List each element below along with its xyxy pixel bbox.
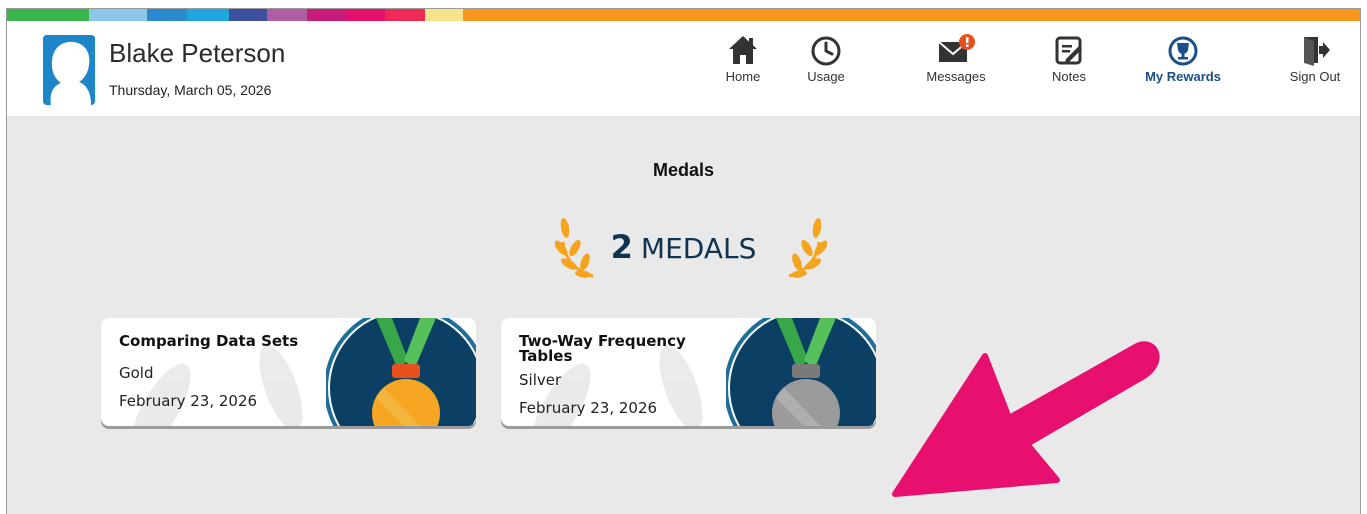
medal-card[interactable]: Two-Way Frequency Tables Silver February…	[501, 318, 876, 426]
nav-notes-label: Notes	[1052, 69, 1086, 84]
annotation-arrow	[892, 341, 1160, 497]
color-stripe	[7, 9, 1360, 21]
medal-level: Gold	[119, 364, 154, 382]
nav-home-label: Home	[725, 69, 761, 84]
avatar-silhouette-icon	[43, 35, 95, 105]
nav-messages-label: Messages	[926, 69, 986, 84]
medal-title: Two-Way Frequency Tables	[519, 332, 686, 365]
nav-usage-label: Usage	[807, 69, 845, 84]
medal-count-label: MEDALS	[640, 232, 757, 265]
clock-icon	[809, 33, 843, 67]
main-content: Medals 2 MEDALS Comparing Data Sets Gold…	[7, 116, 1360, 514]
nav-messages[interactable]: Messages	[919, 33, 993, 84]
notes-icon	[1052, 33, 1086, 67]
nav-sign-out-label: Sign Out	[1289, 69, 1341, 84]
sign-out-icon	[1298, 33, 1332, 67]
nav-home[interactable]: Home	[721, 33, 765, 84]
medal-level: Silver	[519, 371, 562, 389]
gold-medal-icon	[326, 318, 476, 426]
nav-usage[interactable]: Usage	[801, 33, 851, 84]
medal-date: February 23, 2026	[519, 399, 658, 417]
nav-notes[interactable]: Notes	[1047, 33, 1091, 84]
avatar[interactable]	[43, 35, 95, 105]
app-frame: Blake Peterson Thursday, March 05, 2026 …	[6, 8, 1361, 514]
trophy-icon	[1166, 33, 1200, 67]
page-title: Medals	[652, 160, 715, 180]
user-name: Blake Peterson	[109, 38, 286, 68]
medal-title: Comparing Data Sets	[119, 332, 299, 350]
current-date: Thursday, March 05, 2026	[109, 82, 272, 98]
medal-card[interactable]: Comparing Data Sets Gold February 23, 20…	[101, 318, 476, 426]
home-icon	[726, 33, 760, 67]
mail-alert-icon	[938, 33, 975, 67]
medal-date: February 23, 2026	[119, 392, 258, 410]
nav-my-rewards[interactable]: My Rewards	[1142, 33, 1224, 84]
nav-my-rewards-label: My Rewards	[1145, 69, 1221, 84]
medal-count-number: 2	[610, 228, 633, 266]
medal-count: 2 MEDALS	[7, 228, 1360, 266]
silver-medal-icon	[726, 318, 876, 426]
header-bar: Blake Peterson Thursday, March 05, 2026 …	[7, 21, 1360, 116]
nav-sign-out[interactable]: Sign Out	[1287, 33, 1343, 84]
